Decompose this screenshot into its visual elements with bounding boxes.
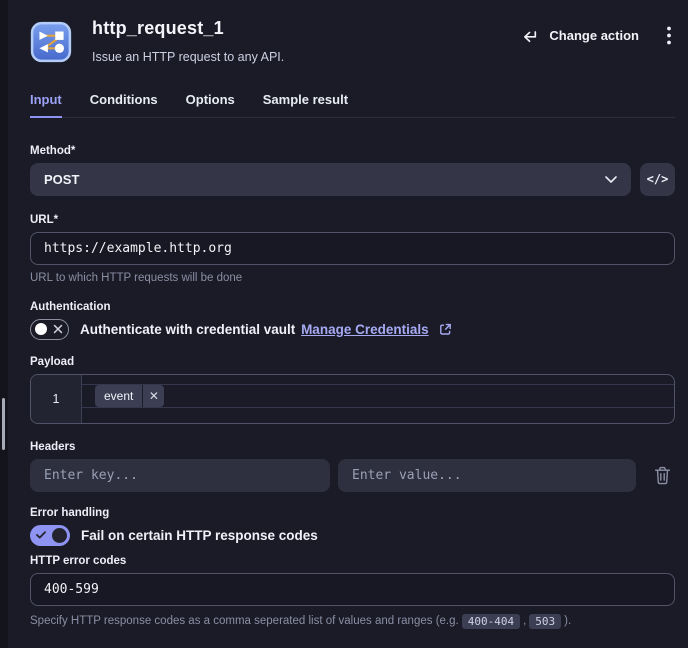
fail-on-codes-toggle[interactable]: [30, 524, 70, 546]
event-pill: event ✕: [95, 384, 165, 407]
header-value-input[interactable]: [338, 458, 636, 492]
error-handling-label: Error handling: [30, 506, 110, 519]
panel-left-gutter: [0, 0, 8, 648]
event-pill-remove-button[interactable]: ✕: [143, 384, 165, 407]
http-error-codes-input[interactable]: [30, 572, 675, 606]
toggle-knob: [52, 527, 67, 543]
authentication-label: Authentication: [30, 300, 111, 313]
action-subtitle: Issue an HTTP request to any API.: [92, 50, 285, 64]
method-label: Method*: [30, 144, 76, 157]
header-text-block: http_request_1 Issue an HTTP request to …: [92, 18, 522, 64]
editor-content[interactable]: event ✕: [82, 375, 674, 423]
headers-row: [30, 458, 675, 492]
panel-header: http_request_1 Issue an HTTP request to …: [30, 18, 675, 64]
editor-active-line[interactable]: event ✕: [82, 383, 674, 408]
http-error-codes-label: HTTP error codes: [30, 554, 127, 567]
kebab-menu-icon: [667, 26, 671, 45]
toggle-knob: [35, 323, 47, 335]
url-input[interactable]: [30, 231, 675, 265]
chevron-down-icon: [605, 175, 617, 183]
http-error-codes-helper: Specify HTTP response codes as a comma s…: [30, 613, 675, 629]
method-row: POST </>: [30, 162, 675, 196]
payload-editor[interactable]: 1 event ✕: [30, 373, 675, 424]
editor-line-number: 1: [31, 374, 82, 423]
more-options-button[interactable]: [663, 24, 675, 47]
event-pill-label: event: [95, 384, 143, 407]
helper-suffix: ).: [564, 615, 572, 627]
method-value: POST: [44, 171, 80, 187]
editor-spacer: [82, 408, 674, 423]
tab-conditions[interactable]: Conditions: [90, 92, 158, 117]
delete-header-button[interactable]: [654, 466, 671, 485]
method-select[interactable]: POST: [30, 162, 631, 196]
action-title: http_request_1: [92, 18, 224, 38]
helper-separator: ,: [523, 615, 527, 627]
manage-credentials-link[interactable]: Manage Credentials: [301, 322, 429, 337]
http-request-icon: [30, 21, 72, 63]
action-config-panel: http_request_1 Issue an HTTP request to …: [8, 0, 688, 648]
authentication-text: Authenticate with credential vault Manag…: [80, 322, 452, 337]
scrollbar-thumb[interactable]: [2, 398, 5, 450]
editor-spacer: [82, 375, 674, 384]
example-code-range: 400-404: [461, 613, 521, 629]
error-handling-text: Fail on certain HTTP response codes: [81, 527, 318, 543]
trash-icon: [654, 466, 671, 484]
header-key-input[interactable]: [30, 458, 330, 492]
error-handling-row: Fail on certain HTTP response codes: [30, 524, 675, 546]
tab-input[interactable]: Input: [30, 92, 62, 118]
tab-options[interactable]: Options: [186, 92, 235, 117]
url-helper-text: URL to which HTTP requests will be done: [30, 271, 243, 284]
tab-sample-result[interactable]: Sample result: [263, 92, 348, 117]
config-tabs: Input Conditions Options Sample result: [30, 92, 675, 118]
toggle-x-icon: [53, 324, 63, 334]
authentication-row: Authenticate with credential vault Manag…: [30, 318, 675, 340]
toggle-check-icon: [36, 531, 46, 539]
helper-prefix: Specify HTTP response codes as a comma s…: [30, 615, 459, 627]
change-action-label: Change action: [549, 28, 639, 43]
headers-label: Headers: [30, 440, 76, 453]
example-code-single: 503: [529, 613, 562, 629]
header-actions: Change action: [522, 24, 675, 47]
return-arrow-icon: [524, 31, 537, 43]
change-action-button[interactable]: Change action: [522, 28, 639, 43]
method-code-mode-button[interactable]: </>: [640, 162, 675, 196]
payload-label: Payload: [30, 355, 75, 368]
external-link-icon[interactable]: [438, 322, 452, 336]
authentication-text-label: Authenticate with credential vault: [80, 321, 296, 337]
credential-vault-toggle[interactable]: [30, 318, 69, 340]
url-label: URL*: [30, 213, 59, 226]
